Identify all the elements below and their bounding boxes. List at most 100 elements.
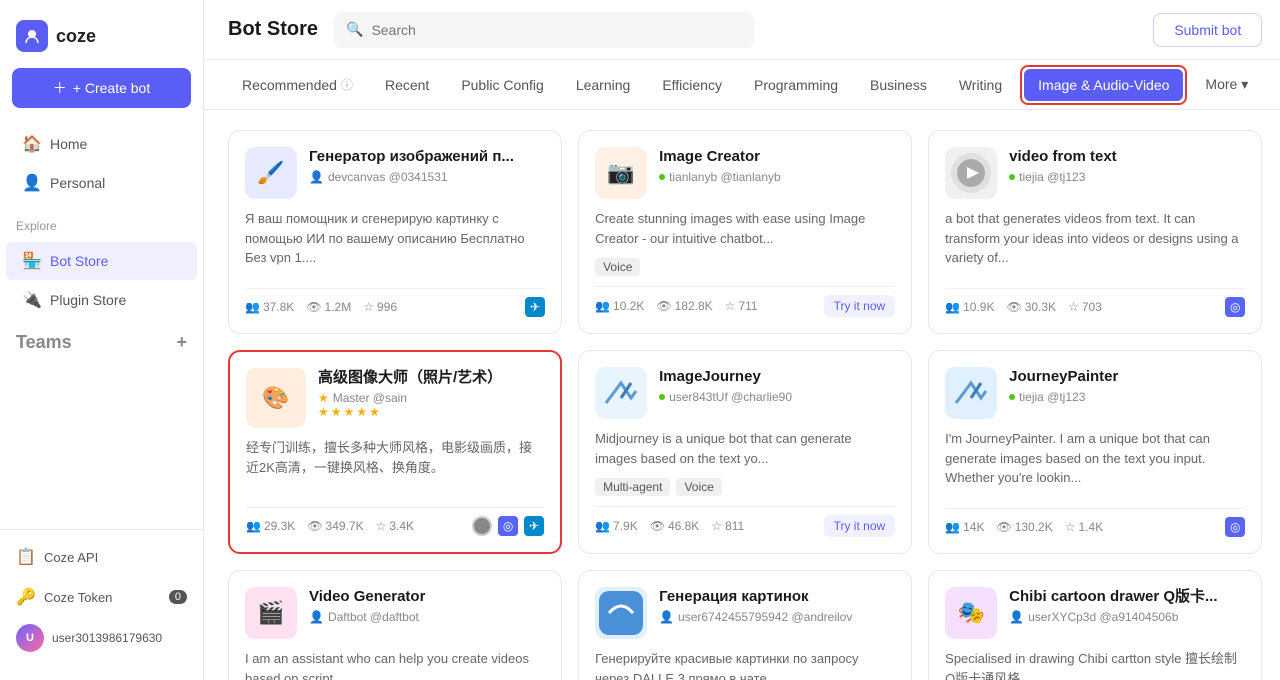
content-area: 🖌️ Генератор изображений п... 👤 devcanva…	[204, 110, 1280, 680]
card-chibi-cartoon[interactable]: 🎭 Chibi cartoon drawer Q版卡... 👤 userXYCp…	[928, 570, 1262, 680]
card-author: 👤 devcanvas @0341531	[309, 170, 545, 184]
search-icon: 🔍	[346, 21, 363, 38]
sidebar-item-plugin-store[interactable]: 🔌 Plugin Store	[6, 281, 197, 319]
author-name: tianlanyb @tianlanyb	[669, 170, 781, 184]
tab-more[interactable]: More ▾	[1191, 68, 1262, 101]
card-title-area: Генерация картинок 👤 user6742455795942 @…	[659, 587, 895, 624]
add-team-icon[interactable]: +	[176, 332, 187, 353]
stars-stat: ☆ 3.4K	[376, 519, 414, 533]
info-icon: ⓘ	[341, 76, 353, 93]
card-video-from-text[interactable]: video from text tiejia @tj123 a bot that…	[928, 130, 1262, 334]
tab-recent[interactable]: Recent	[371, 69, 443, 101]
card-description: 经专门训练，擅长多种大师风格，电影级画质，接近2K高清，一键换风格、换角度。	[246, 438, 544, 477]
card-header: JourneyPainter tiejia @tj123	[945, 367, 1245, 419]
card-journeypainter[interactable]: JourneyPainter tiejia @tj123 I'm Journey…	[928, 350, 1262, 554]
card-actions: ◎	[1225, 297, 1245, 317]
sidebar-user[interactable]: U user3013986179630	[0, 616, 203, 660]
tab-public-config[interactable]: Public Config	[447, 69, 558, 101]
card-avatar: 🎭	[945, 587, 997, 639]
card-actions: Try it now	[824, 515, 896, 537]
stars-stat: ☆ 811	[711, 519, 744, 533]
sidebar-item-coze-token[interactable]: 🔑 Coze Token 0	[0, 578, 203, 616]
users-stat: 👥 10.9K	[945, 300, 994, 314]
card-author: tiejia @tj123	[1009, 390, 1245, 404]
sidebar-bottom: 📋 Coze API 🔑 Coze Token 0 U user30139861…	[0, 529, 203, 668]
views-stat: 👁 349.7K	[307, 519, 363, 533]
create-bot-button[interactable]: ＋ + Create bot	[12, 68, 191, 108]
tab-image-audio-video-highlight: Image & Audio-Video	[1020, 65, 1187, 105]
card-title-area: Image Creator tianlanyb @tianlanyb	[659, 147, 895, 184]
try-it-button[interactable]: Try it now	[824, 295, 896, 317]
card-gaoji-tuxiang[interactable]: 🎨 高级图像大师（照片/艺术） ★ Master @sain ★ ★ ★ ★	[228, 350, 562, 554]
sidebar-item-home[interactable]: 🏠 Home	[6, 125, 197, 163]
card-video-generator[interactable]: 🎬 Video Generator 👤 Daftbot @daftbot I a…	[228, 570, 562, 680]
teams-label: Teams	[16, 332, 72, 353]
sidebar-item-coze-api[interactable]: 📋 Coze API	[0, 538, 203, 576]
tab-writing[interactable]: Writing	[945, 69, 1016, 101]
search-input[interactable]	[371, 22, 742, 38]
card-author: 👤 Daftbot @daftbot	[309, 610, 545, 624]
tab-public-config-label: Public Config	[461, 77, 544, 93]
discord-icon: ◎	[1225, 297, 1245, 317]
star1: ★	[318, 405, 329, 419]
views-stat: 👁 1.2M	[306, 300, 351, 314]
card-title: ImageJourney	[659, 367, 895, 387]
logo: coze	[0, 12, 203, 68]
tab-programming[interactable]: Programming	[740, 69, 852, 101]
author-icon: 👤	[309, 170, 324, 184]
token-icon: 🔑	[16, 587, 34, 607]
card-footer: 👥 29.3K 👁 349.7K ☆ 3.4K ◎ ✈	[246, 507, 544, 536]
card-title-area: ImageJourney user843tUf @charlie90	[659, 367, 895, 404]
user-avatar: U	[16, 624, 44, 652]
card-generator-izobrazheniy[interactable]: 🖌️ Генератор изображений п... 👤 devcanva…	[228, 130, 562, 334]
submit-bot-button[interactable]: Submit bot	[1153, 13, 1262, 47]
card-title-area: Chibi cartoon drawer Q版卡... 👤 userXYCp3d…	[1009, 587, 1245, 624]
sidebar-nav: 🏠 Home 👤 Personal	[0, 120, 203, 207]
try-it-button[interactable]: Try it now	[824, 515, 896, 537]
bot-store-icon: 🏪	[22, 251, 40, 271]
views-stat: 👁 130.2K	[996, 520, 1052, 534]
star-icon: ★	[318, 391, 329, 405]
voice-tag: Voice	[676, 478, 721, 496]
stars-stat: ☆ 1.4K	[1065, 520, 1103, 534]
top-bar: Bot Store 🔍 Submit bot	[204, 0, 1280, 60]
views-stat: 👁 182.8K	[656, 299, 712, 313]
tab-learning[interactable]: Learning	[562, 69, 645, 101]
sidebar-item-bot-store[interactable]: 🏪 Bot Store	[6, 242, 197, 280]
stars-row: ★ ★ ★ ★ ★	[318, 405, 544, 419]
card-image-creator[interactable]: 📷 Image Creator tianlanyb @tianlanyb Cre…	[578, 130, 912, 334]
sidebar: coze ＋ + Create bot 🏠 Home 👤 Personal Ex…	[0, 0, 204, 680]
sidebar-item-personal[interactable]: 👤 Personal	[6, 164, 197, 202]
card-imagejourney[interactable]: ImageJourney user843tUf @charlie90 Midjo…	[578, 350, 912, 554]
card-generaciya-kartinok[interactable]: Генерация картинок 👤 user6742455795942 @…	[578, 570, 912, 680]
card-title: Chibi cartoon drawer Q版卡...	[1009, 587, 1245, 607]
author-name: Master @sain	[333, 391, 407, 405]
tab-image-audio-video[interactable]: Image & Audio-Video	[1024, 69, 1183, 101]
card-actions: Try it now	[824, 295, 896, 317]
card-stats: 👥 10.2K 👁 182.8K ☆ 711	[595, 299, 758, 313]
card-avatar: 🎬	[245, 587, 297, 639]
create-bot-label: + Create bot	[73, 80, 150, 96]
star5: ★	[369, 405, 380, 419]
tab-efficiency[interactable]: Efficiency	[648, 69, 736, 101]
author-name: user843tUf @charlie90	[669, 390, 792, 404]
card-stats: 👥 37.8K 👁 1.2M ☆ 996	[245, 300, 397, 314]
stars-stat: ☆ 996	[363, 300, 397, 314]
tab-recommended[interactable]: Recommended ⓘ	[228, 68, 367, 101]
username-label: user3013986179630	[52, 631, 162, 645]
page-title: Bot Store	[228, 18, 318, 41]
author-name: devcanvas @0341531	[328, 170, 448, 184]
teams-section: Teams +	[0, 324, 203, 361]
tab-business[interactable]: Business	[856, 69, 941, 101]
users-stat: 👥 14K	[945, 520, 984, 534]
personal-icon: 👤	[22, 173, 40, 193]
home-icon: 🏠	[22, 134, 40, 154]
plugin-store-icon: 🔌	[22, 290, 40, 310]
card-footer: 👥 7.9K 👁 46.8K ☆ 811 Try it now	[595, 506, 895, 537]
card-title-area: 高级图像大师（照片/艺术） ★ Master @sain ★ ★ ★ ★ ★	[318, 368, 544, 419]
search-bar[interactable]: 🔍	[334, 12, 754, 48]
explore-nav: 🏪 Bot Store 🔌 Plugin Store	[0, 237, 203, 324]
card-description: Midjourney is a unique bot that can gene…	[595, 429, 895, 468]
tab-writing-label: Writing	[959, 77, 1002, 93]
tab-programming-label: Programming	[754, 77, 838, 93]
